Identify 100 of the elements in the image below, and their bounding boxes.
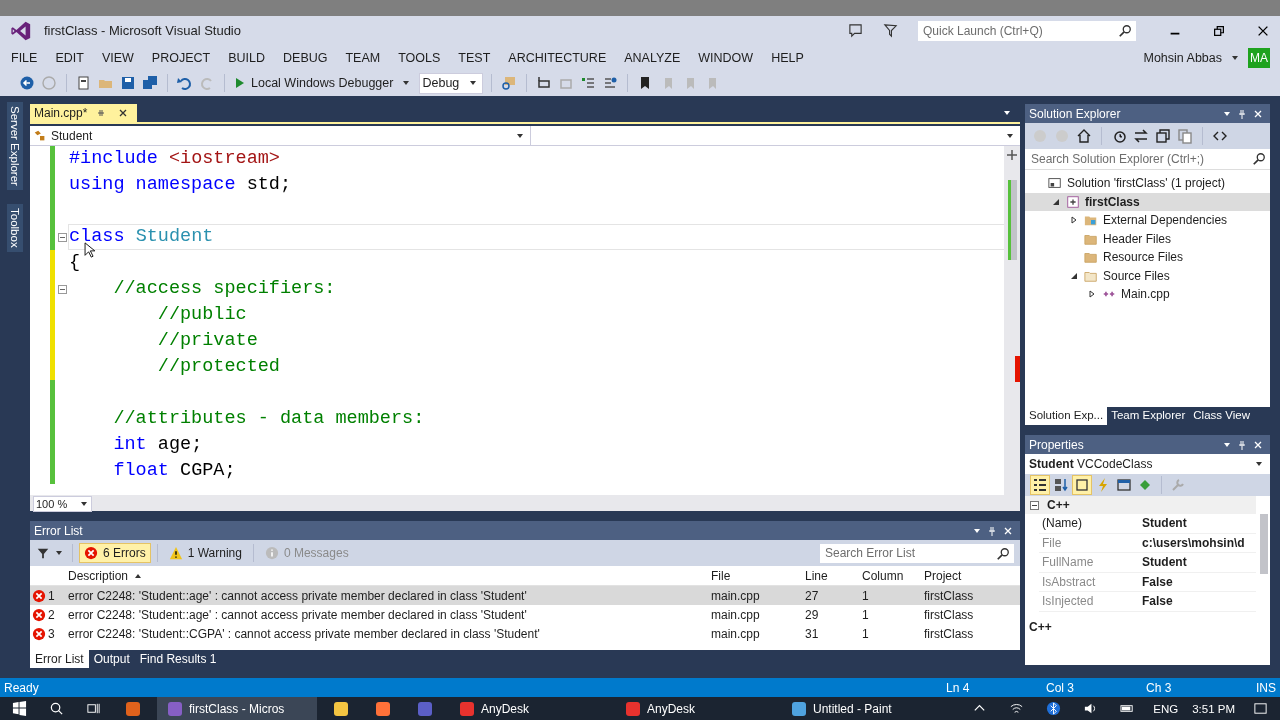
back-icon[interactable] (18, 74, 36, 92)
clock[interactable]: 3:51 PM (1192, 702, 1235, 715)
panel-tab[interactable]: Output (88, 650, 135, 668)
panel-title: Solution Explorer (1029, 106, 1121, 121)
scrollbar-thumb[interactable] (1260, 514, 1268, 574)
property-name: (Name) (1041, 516, 1083, 531)
tree-item[interactable]: Main.cpp (1025, 285, 1270, 304)
filter-toggle[interactable]: 1 Warning (163, 543, 247, 563)
search-field[interactable]: Search Error List (820, 543, 1014, 563)
side-tab[interactable]: Toolbox (7, 203, 23, 252)
tree-item[interactable]: Header Files (1025, 229, 1270, 248)
close-icon[interactable] (118, 108, 129, 118)
search-icon[interactable] (49, 701, 64, 716)
search-field[interactable]: Search Solution Explorer (Ctrl+;) (1029, 152, 1252, 166)
task-view-icon[interactable] (86, 701, 101, 716)
tree-item[interactable]: Resource Files (1025, 248, 1270, 267)
sync-icon[interactable] (1132, 127, 1150, 145)
filter-icon[interactable] (883, 23, 898, 38)
row-number: 2 (48, 607, 55, 622)
taskbar-app[interactable]: firstClass - Micros (157, 697, 317, 720)
taskbar-app[interactable]: AnyDesk (615, 697, 775, 720)
panel-tab[interactable]: Error List (30, 650, 89, 668)
menu-item[interactable]: PROJECT (142, 50, 220, 65)
bluetooth-icon[interactable] (1046, 701, 1062, 716)
error-row[interactable]: 1 error C2248: 'Student::age' : cannot access private member declared in class 'Student' main.cpp 27 1 firstClass (30, 586, 1020, 605)
menu-item[interactable]: TEST (449, 50, 500, 65)
side-tab[interactable]: Server Explorer (7, 102, 23, 190)
dropdown-icon[interactable] (1003, 109, 1011, 117)
column-header[interactable]: Project (924, 568, 1020, 583)
restore-icon[interactable] (1212, 23, 1226, 38)
configuration-dropdown[interactable]: Debug (419, 72, 484, 94)
tree-item[interactable]: External Dependencies (1025, 211, 1270, 230)
menu-item[interactable]: HELP (762, 50, 813, 65)
filter-icon[interactable] (36, 546, 50, 560)
home-icon[interactable] (1075, 127, 1093, 145)
error-row[interactable]: 2 error C2248: 'Student::age' : cannot access private member declared in class 'Student' main.cpp 29 1 firstClass (30, 605, 1020, 624)
caret-icon[interactable] (55, 549, 63, 557)
start-icon[interactable] (12, 701, 27, 716)
zoom-dropdown[interactable]: 100 % (33, 496, 92, 512)
document-tab[interactable]: Main.cpp* (30, 104, 138, 122)
menu-item[interactable]: WINDOW (689, 50, 763, 65)
menu-item[interactable]: ANALYZE (615, 50, 690, 65)
tree-item[interactable]: firstClass (1025, 192, 1270, 211)
error-row[interactable]: 3 error C2248: 'Student::CGPA' : cannot access private member declared in class 'Student' main.cpp 31 1 firstClass (30, 624, 1020, 643)
save-all-icon[interactable] (141, 74, 159, 92)
menu-item[interactable]: EDIT (46, 50, 93, 65)
categorized-icon[interactable] (1031, 476, 1049, 494)
save-icon[interactable] (119, 74, 137, 92)
error-icon (32, 588, 46, 603)
column-header[interactable]: Column (862, 568, 924, 583)
column-header[interactable]: Line (805, 568, 862, 583)
sort-alphabetical-icon[interactable] (1052, 476, 1070, 494)
panel-tab[interactable]: Solution Exp... (1025, 407, 1108, 425)
notification-icon[interactable] (1253, 701, 1268, 716)
menu-item[interactable]: ARCHITECTURE (499, 50, 616, 65)
expanded-arrow-icon[interactable] (1052, 197, 1060, 206)
collapsed-arrow-icon[interactable] (1088, 290, 1096, 299)
pin-icon[interactable] (96, 108, 107, 118)
filter-toggle[interactable]: 6 Errors (79, 543, 151, 563)
properties-icon[interactable] (1073, 476, 1091, 494)
tree-item[interactable]: Source Files (1025, 266, 1270, 285)
menu-item[interactable]: DEBUG (274, 50, 337, 65)
start-debugger-button[interactable]: Local Windows Debugger (233, 76, 416, 90)
panel-tab[interactable]: Class View (1189, 407, 1254, 425)
property-name: IsAbstract (1041, 574, 1097, 589)
collapse-icon[interactable] (57, 284, 67, 294)
dropdown-icon[interactable] (973, 526, 981, 535)
language-indicator[interactable]: ENG (1153, 702, 1179, 715)
panel-tab[interactable]: Team Explorer (1107, 407, 1190, 425)
dropdown-icon[interactable] (1223, 109, 1231, 118)
collapse-all-icon[interactable] (1154, 127, 1172, 145)
expanded-arrow-icon[interactable] (1070, 271, 1078, 280)
collapsed-arrow-icon[interactable] (1070, 216, 1078, 225)
menu-item[interactable]: BUILD (219, 50, 274, 65)
user-name[interactable]: Mohsin Abbas (1143, 50, 1222, 65)
collapse-icon[interactable] (57, 232, 67, 242)
dropdown-icon[interactable] (1223, 440, 1231, 449)
menu-item[interactable]: FILE (2, 50, 47, 65)
property-pages-icon[interactable] (1115, 476, 1133, 494)
tree-item[interactable]: Solution 'firstClass' (1 project) (1025, 174, 1270, 193)
quick-launch-field[interactable]: Quick Launch (Ctrl+Q) (918, 20, 1136, 41)
collapse-icon[interactable] (1030, 500, 1039, 510)
code-line: using namespace std; (69, 173, 292, 197)
column-header[interactable]: File (711, 568, 805, 583)
menu-item[interactable]: VIEW (92, 50, 143, 65)
vertical-scrollbar[interactable] (1004, 146, 1020, 495)
column-header[interactable]: Description (66, 568, 711, 583)
feedback-icon[interactable] (848, 23, 863, 38)
split-icon[interactable] (1007, 150, 1017, 160)
pin-icon[interactable] (1237, 439, 1247, 450)
caret-icon[interactable] (1231, 53, 1239, 62)
taskbar-app[interactable]: Untitled - Paint (781, 697, 941, 720)
taskbar-app[interactable]: AnyDesk (449, 697, 609, 720)
object-selector[interactable]: Student VCCodeClass (1025, 454, 1270, 474)
panel-tab[interactable]: Find Results 1 (134, 650, 222, 668)
scrollbar-thumb[interactable] (1007, 180, 1017, 260)
pin-icon[interactable] (987, 525, 997, 536)
menu-item[interactable]: TEAM (336, 50, 390, 65)
pin-icon[interactable] (1237, 108, 1247, 119)
menu-item[interactable]: TOOLS (389, 50, 450, 65)
